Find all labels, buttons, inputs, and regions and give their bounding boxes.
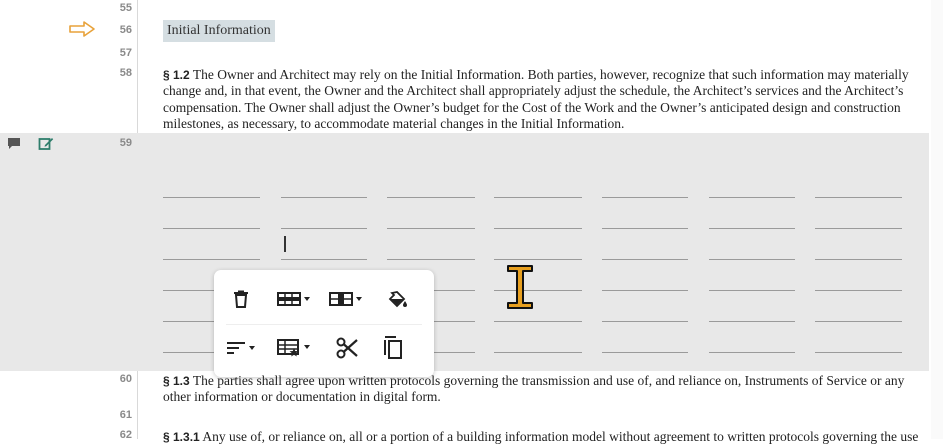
toolbar-divider (226, 324, 422, 325)
blank-field-line[interactable] (709, 259, 795, 260)
table-style-button[interactable] (274, 333, 314, 363)
section-label: § 1.3 (163, 374, 190, 388)
line-number-57: 57 (119, 47, 132, 59)
blank-field-line[interactable] (815, 352, 902, 353)
blank-field-line[interactable] (602, 259, 688, 260)
insert-column-icon (329, 292, 362, 306)
blank-field-line[interactable] (387, 197, 475, 198)
insert-row-button[interactable] (274, 284, 314, 314)
cut-button[interactable] (330, 333, 364, 363)
blank-field-line[interactable] (709, 228, 795, 229)
paragraph-1-3[interactable]: § 1.3 The parties shall agree upon writt… (163, 373, 918, 406)
selected-row-highlight (0, 133, 929, 371)
paragraph-text: The Owner and Architect may rely on the … (163, 67, 909, 131)
blank-field-line[interactable] (709, 321, 795, 322)
blank-field-line[interactable] (709, 352, 795, 353)
blank-field-line[interactable] (815, 197, 902, 198)
comment-icon[interactable] (7, 137, 21, 150)
paragraph-1-2[interactable]: § 1.2 The Owner and Architect may rely o… (163, 67, 918, 132)
blank-field-line[interactable] (815, 259, 902, 260)
line-number-55: 55 (119, 2, 132, 14)
blank-field-line[interactable] (281, 259, 367, 260)
blank-field-line[interactable] (163, 228, 260, 229)
blank-field-line[interactable] (709, 197, 795, 198)
arrow-right-icon[interactable] (68, 20, 96, 38)
blank-field-line[interactable] (815, 290, 902, 291)
copy-button[interactable] (376, 333, 410, 363)
table-style-icon (277, 339, 310, 357)
insert-row-icon (277, 292, 310, 306)
ibeam-cursor-icon (507, 265, 533, 309)
blank-field-line[interactable] (815, 228, 902, 229)
align-icon (227, 342, 255, 354)
blank-field-line[interactable] (387, 259, 475, 260)
delete-table-button[interactable] (224, 284, 258, 314)
paragraph-text: The parties shall agree upon written pro… (163, 373, 905, 405)
blank-field-line[interactable] (281, 228, 367, 229)
fill-color-icon (388, 291, 407, 308)
section-heading[interactable]: Initial Information (163, 20, 275, 42)
blank-field-line[interactable] (602, 321, 688, 322)
line-number-60: 60 (119, 373, 132, 385)
copy-icon (384, 336, 402, 359)
blank-field-line[interactable] (602, 290, 688, 291)
scrollbar-track[interactable] (931, 0, 943, 439)
line-number-56: 56 (119, 24, 132, 36)
insert-column-button[interactable] (326, 284, 366, 314)
delete-table-icon (234, 290, 248, 308)
align-button[interactable] (224, 333, 260, 363)
line-number-61: 61 (119, 409, 132, 421)
line-number-58: 58 (119, 67, 132, 79)
line-number-59: 59 (119, 137, 132, 149)
blank-field-line[interactable] (815, 321, 902, 322)
paragraph-1-3-1[interactable]: § 1.3.1 Any use of, or reliance on, all … (163, 429, 933, 445)
blank-field-line[interactable] (494, 352, 582, 353)
section-label: § 1.3.1 (163, 430, 200, 444)
table-context-toolbar (214, 270, 434, 377)
text-caret (284, 236, 286, 252)
cut-icon (336, 337, 358, 359)
blank-field-line[interactable] (494, 197, 582, 198)
blank-field-line[interactable] (387, 228, 475, 229)
blank-field-line[interactable] (163, 259, 260, 260)
edit-icon[interactable] (38, 136, 54, 151)
blank-field-line[interactable] (602, 352, 688, 353)
blank-field-line[interactable] (281, 197, 367, 198)
section-label: § 1.2 (163, 68, 190, 82)
blank-field-line[interactable] (494, 228, 582, 229)
blank-field-line[interactable] (163, 197, 260, 198)
blank-field-line[interactable] (602, 228, 688, 229)
paragraph-text: Any use of, or reliance on, all or a por… (199, 429, 919, 444)
blank-field-line[interactable] (709, 290, 795, 291)
blank-field-line[interactable] (602, 197, 688, 198)
blank-field-line[interactable] (494, 321, 582, 322)
blank-field-line[interactable] (494, 259, 582, 260)
fill-color-button[interactable] (380, 284, 414, 314)
line-number-62: 62 (119, 429, 132, 441)
